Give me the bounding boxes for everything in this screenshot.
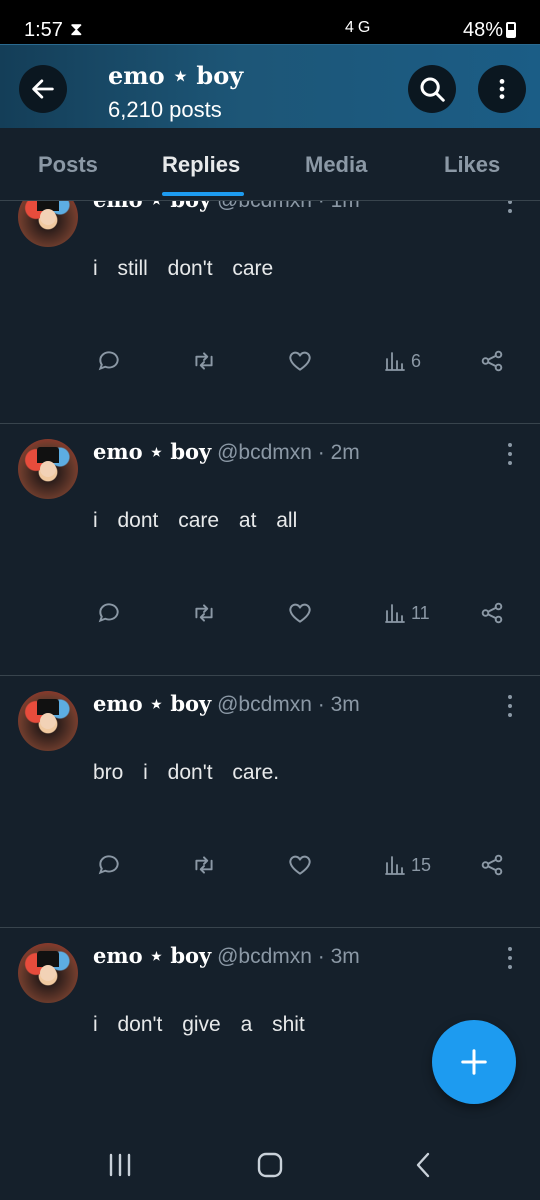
- views-button[interactable]: 15: [383, 845, 431, 885]
- bar-chart-icon: [385, 604, 405, 623]
- recent-apps-button[interactable]: [100, 1150, 140, 1180]
- retweet-icon: [195, 352, 213, 370]
- retweet-icon: [195, 604, 213, 622]
- system-nav-bar: [0, 1130, 540, 1200]
- share-icon: [481, 602, 503, 624]
- share-button[interactable]: [479, 593, 505, 633]
- retweet-button[interactable]: [190, 341, 218, 381]
- reply-button[interactable]: [96, 845, 122, 885]
- bar-chart-icon: [385, 856, 405, 875]
- share-button[interactable]: [479, 341, 505, 381]
- arrow-left-icon: [32, 79, 54, 99]
- battery-percent: 48%: [463, 19, 504, 41]
- reply-button[interactable]: [96, 341, 122, 381]
- more-vertical-icon: [499, 79, 505, 99]
- share-icon: [481, 854, 503, 876]
- post-text: bro i don't care.: [93, 761, 280, 784]
- more-options-button[interactable]: [478, 65, 526, 113]
- views-count: 6: [411, 350, 422, 371]
- post-actions: 11: [0, 593, 540, 633]
- heart-icon: [289, 351, 311, 371]
- tab-replies[interactable]: Replies: [162, 152, 240, 178]
- post-handle-time: @bcdmxn · 3m: [217, 945, 360, 968]
- views-count: 15: [411, 854, 432, 875]
- avatar[interactable]: [18, 943, 78, 1003]
- profile-header: emo ⋆ boy 6,210 posts: [0, 44, 540, 129]
- avatar[interactable]: [18, 201, 78, 247]
- views-button[interactable]: 11: [383, 593, 430, 633]
- profile-tabs: Posts Replies Media Likes: [0, 128, 540, 201]
- post-header: emo ⋆ boy @bcdmxn · 3m: [93, 943, 360, 969]
- reply-icon: [98, 351, 119, 371]
- battery-icon: [506, 22, 516, 38]
- post-author-name[interactable]: emo ⋆ boy: [93, 439, 211, 464]
- post-handle-time: @bcdmxn · 2m: [217, 441, 360, 464]
- status-icons: 4G: [345, 19, 374, 37]
- more-vertical-icon[interactable]: [500, 695, 520, 717]
- retweet-button[interactable]: [190, 593, 218, 633]
- post-item[interactable]: emo ⋆ boy @bcdmxn · 3m bro i don't care.…: [0, 675, 540, 928]
- like-button[interactable]: [287, 341, 313, 381]
- tab-likes[interactable]: Likes: [444, 152, 500, 178]
- reply-icon: [98, 855, 119, 875]
- back-button[interactable]: [19, 65, 67, 113]
- share-icon: [481, 350, 503, 372]
- status-time: 1:57: [24, 19, 63, 41]
- post-text: i don't give a shit: [93, 1013, 305, 1036]
- avatar[interactable]: [18, 691, 78, 751]
- hourglass-icon: ⧗: [70, 19, 83, 39]
- post-actions: 15: [0, 845, 540, 885]
- reply-button[interactable]: [96, 593, 122, 633]
- views-count: 11: [411, 602, 430, 623]
- post-item[interactable]: emo ⋆ boy @bcdmxn · 2m i dont care at al…: [0, 423, 540, 676]
- post-header: emo ⋆ boy @bcdmxn · 3m: [93, 691, 360, 717]
- retweet-icon: [195, 856, 213, 874]
- post-actions: 6: [0, 341, 540, 381]
- retweet-button[interactable]: [190, 845, 218, 885]
- tab-posts[interactable]: Posts: [38, 152, 98, 178]
- more-vertical-icon[interactable]: [500, 201, 520, 213]
- network-type: 4G: [345, 19, 375, 36]
- like-button[interactable]: [287, 593, 313, 633]
- more-vertical-icon[interactable]: [500, 443, 520, 465]
- bar-chart-icon: [385, 352, 405, 371]
- reply-icon: [98, 603, 119, 623]
- recent-apps-icon: [109, 1153, 131, 1177]
- compose-button[interactable]: [432, 1020, 516, 1104]
- heart-icon: [289, 855, 311, 875]
- home-icon: [257, 1152, 283, 1178]
- post-header: emo ⋆ boy @bcdmxn · 1m: [93, 201, 360, 213]
- tab-media[interactable]: Media: [305, 152, 367, 178]
- search-button[interactable]: [408, 65, 456, 113]
- search-icon: [420, 77, 445, 102]
- replies-feed: emo ⋆ boy @bcdmxn · 1m i still don't car…: [0, 201, 540, 1141]
- share-button[interactable]: [479, 845, 505, 885]
- plus-icon: [461, 1049, 487, 1075]
- avatar[interactable]: [18, 439, 78, 499]
- back-nav-button[interactable]: [403, 1150, 443, 1180]
- views-button[interactable]: 6: [383, 341, 421, 381]
- heart-icon: [289, 603, 311, 623]
- active-tab-indicator: [162, 192, 244, 196]
- post-handle-time: @bcdmxn · 1m: [217, 201, 360, 212]
- post-handle-time: @bcdmxn · 3m: [217, 693, 360, 716]
- profile-display-name: emo ⋆ boy: [108, 61, 244, 90]
- post-author-name[interactable]: emo ⋆ boy: [93, 201, 211, 212]
- chevron-left-icon: [416, 1152, 430, 1178]
- post-author-name[interactable]: emo ⋆ boy: [93, 943, 211, 968]
- post-text: i dont care at all: [93, 509, 298, 532]
- like-button[interactable]: [287, 845, 313, 885]
- post-text: i still don't care: [93, 257, 274, 280]
- profile-post-count: 6,210 posts: [108, 97, 222, 122]
- home-button[interactable]: [250, 1150, 290, 1180]
- more-vertical-icon[interactable]: [500, 947, 520, 969]
- post-item[interactable]: emo ⋆ boy @bcdmxn · 1m i still don't car…: [0, 201, 540, 424]
- post-author-name[interactable]: emo ⋆ boy: [93, 691, 211, 716]
- post-header: emo ⋆ boy @bcdmxn · 2m: [93, 439, 360, 465]
